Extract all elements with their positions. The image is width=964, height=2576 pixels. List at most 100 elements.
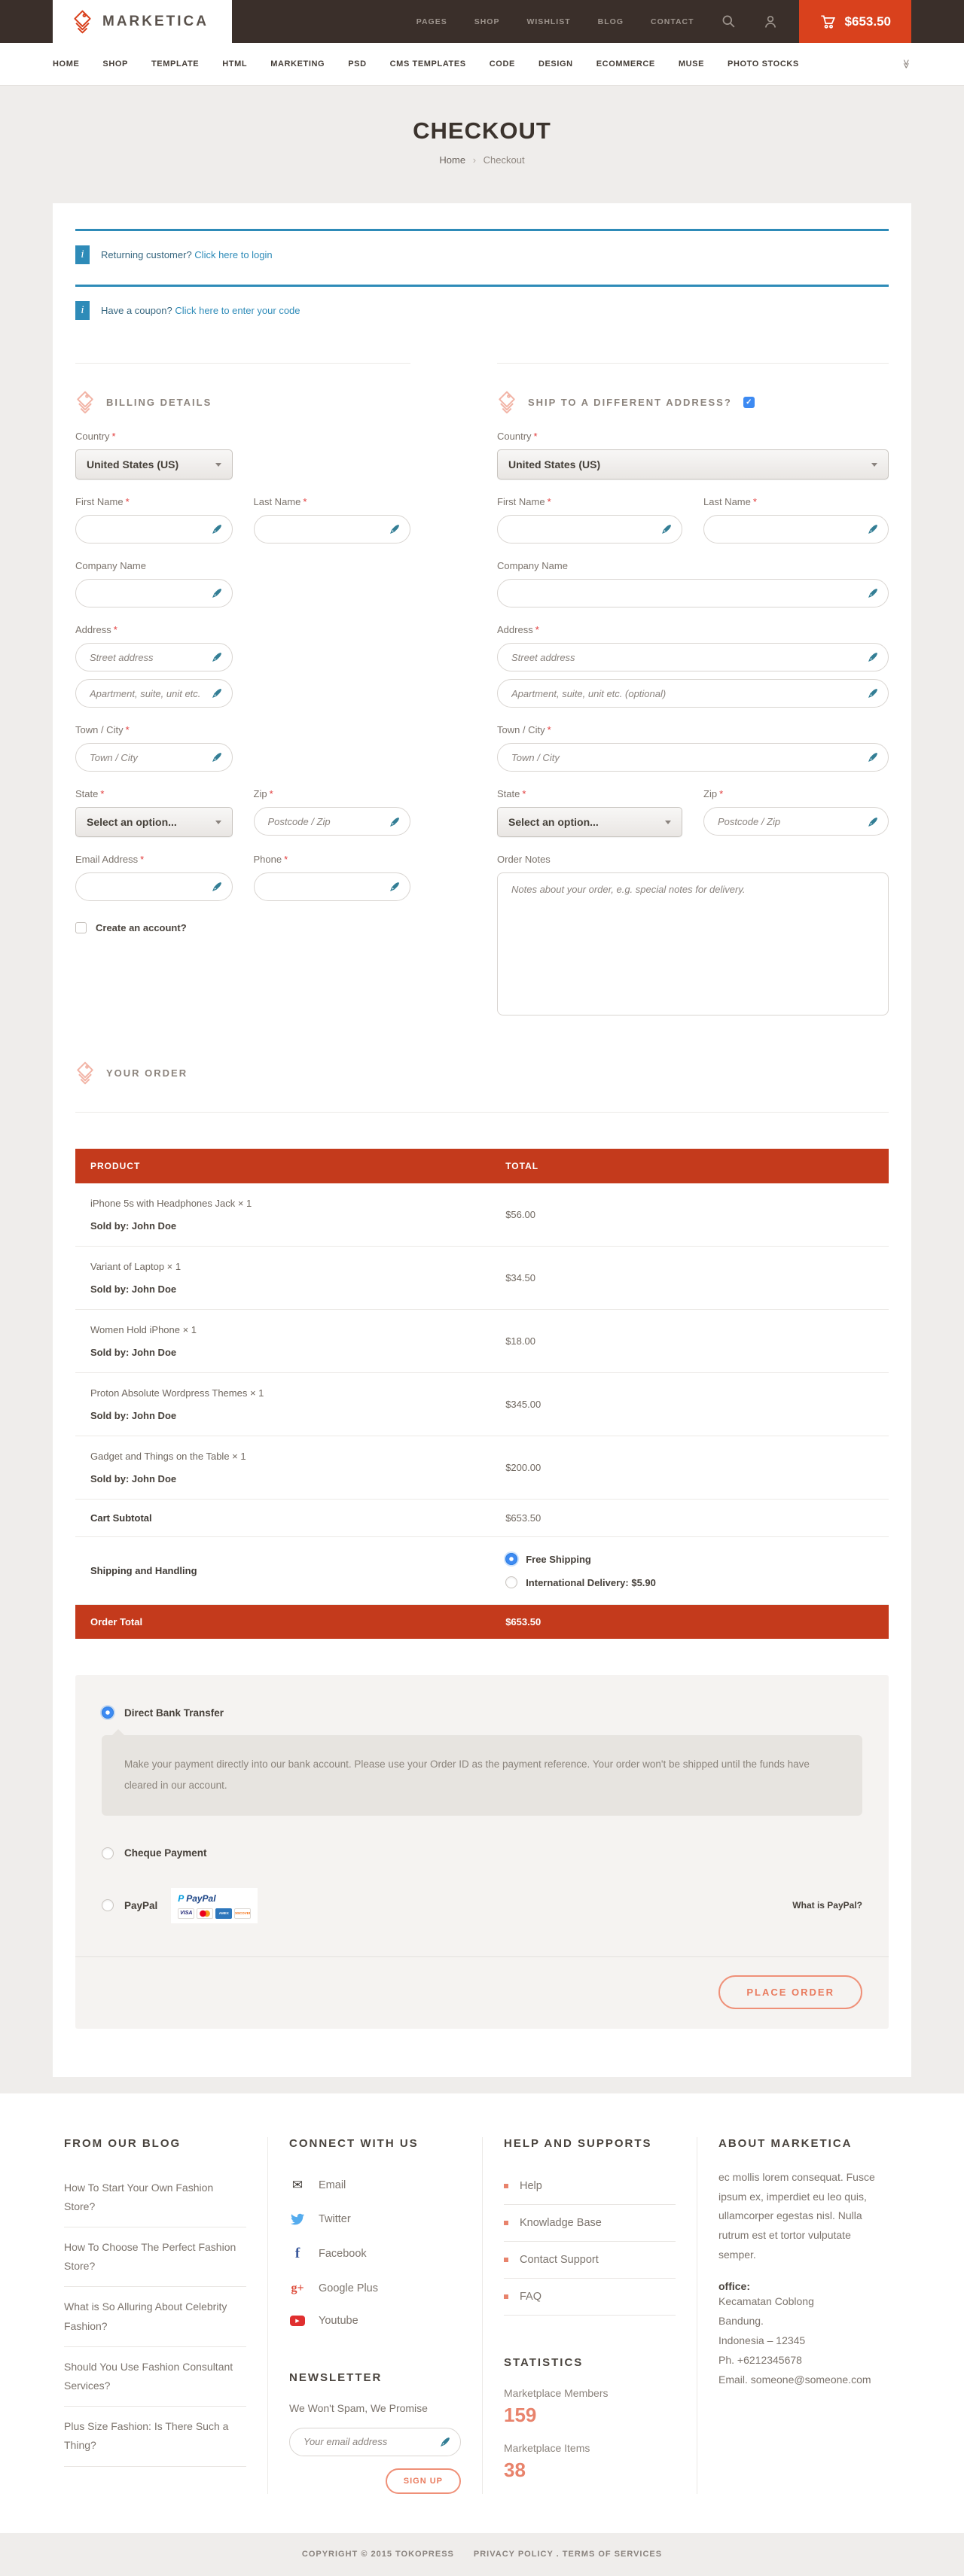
- bullet-icon: [504, 2221, 508, 2225]
- subnav-photo-stocks[interactable]: PHOTO STOCKS: [728, 59, 799, 69]
- billing-zip-input[interactable]: [254, 807, 411, 836]
- company-label: Company Name: [75, 560, 410, 571]
- subnav-template[interactable]: TEMPLATE: [151, 59, 199, 69]
- cart-button[interactable]: $653.50: [799, 0, 911, 43]
- top-nav-wishlist[interactable]: WISHLIST: [526, 17, 570, 26]
- help-link[interactable]: Knowladge Base: [504, 2205, 676, 2242]
- order-notes-label: Order Notes: [497, 854, 889, 865]
- bank-transfer-radio[interactable]: [102, 1707, 114, 1719]
- paypal-label: PayPal: [124, 1900, 157, 1911]
- subnav-marketing[interactable]: MARKETING: [270, 59, 325, 69]
- billing-first-name-input[interactable]: [75, 515, 233, 544]
- billing-last-name-input[interactable]: [254, 515, 411, 544]
- what-is-paypal-link[interactable]: What is PayPal?: [792, 1900, 862, 1911]
- shipping-town-input[interactable]: [497, 743, 889, 772]
- social-label: Twitter: [319, 2213, 351, 2225]
- blog-post-link[interactable]: Plus Size Fashion: Is There Such a Thing…: [64, 2407, 246, 2466]
- social-link-twitter[interactable]: Twitter: [289, 2203, 461, 2236]
- social-link-youtube[interactable]: ▶ Youtube: [289, 2305, 461, 2337]
- order-notes-textarea[interactable]: [497, 872, 889, 1015]
- table-row: iPhone 5s with Headphones Jack × 1Sold b…: [75, 1183, 889, 1247]
- help-link[interactable]: FAQ: [504, 2279, 676, 2316]
- youtube-icon: ▶: [290, 2316, 305, 2326]
- info-icon: i: [75, 245, 90, 264]
- billing-town-input[interactable]: [75, 743, 233, 772]
- billing-company-input[interactable]: [75, 579, 233, 607]
- search-icon[interactable]: [721, 14, 736, 29]
- help-label: Contact Support: [520, 2254, 599, 2266]
- billing-street-input[interactable]: [75, 643, 233, 671]
- subnav-shop[interactable]: SHOP: [102, 59, 128, 69]
- product-name[interactable]: iPhone 5s with Headphones Jack × 1: [90, 1198, 505, 1209]
- shipping-last-name-input[interactable]: [703, 515, 889, 544]
- product-name[interactable]: Proton Absolute Wordpress Themes × 1: [90, 1387, 505, 1399]
- product-name[interactable]: Gadget and Things on the Table × 1: [90, 1451, 505, 1462]
- billing-state-select[interactable]: Select an option...: [75, 807, 233, 837]
- subnav-psd[interactable]: PSD: [348, 59, 366, 69]
- login-link[interactable]: Click here to login: [194, 249, 272, 260]
- blog-post-link[interactable]: What is So Alluring About Celebrity Fash…: [64, 2287, 246, 2346]
- coupon-link[interactable]: Click here to enter your code: [175, 305, 300, 316]
- subnav-home[interactable]: HOME: [53, 59, 79, 69]
- shipping-zip-input[interactable]: [703, 807, 889, 836]
- shipping-street-input[interactable]: [497, 643, 889, 671]
- address-line: Email. someone@someone.com: [718, 2370, 890, 2390]
- logo[interactable]: MARKETICA: [53, 0, 232, 43]
- billing-apartment-input[interactable]: [75, 679, 233, 708]
- address-label: Address: [497, 624, 533, 635]
- social-link-google-plus[interactable]: g+ Google Plus: [289, 2272, 461, 2305]
- product-total: $345.00: [505, 1399, 874, 1410]
- first-name-label: First Name: [75, 496, 124, 507]
- nav-more-icon[interactable]: ≫: [901, 59, 912, 69]
- international-delivery-radio[interactable]: [505, 1576, 517, 1588]
- your-order-section: YOUR ORDER: [75, 1061, 889, 1085]
- breadcrumb-home[interactable]: Home: [439, 154, 465, 166]
- subnav-muse[interactable]: MUSE: [679, 59, 704, 69]
- bullet-icon: [504, 2294, 508, 2299]
- help-link[interactable]: Help: [504, 2168, 676, 2205]
- newsletter-signup-button[interactable]: SIGN UP: [386, 2468, 461, 2494]
- subnav-html[interactable]: HTML: [222, 59, 247, 69]
- mastercard-icon: [197, 1908, 213, 1919]
- shipping-company-input[interactable]: [497, 579, 889, 607]
- free-shipping-radio[interactable]: [505, 1553, 517, 1565]
- top-nav-blog[interactable]: BLOG: [598, 17, 624, 26]
- subnav-design[interactable]: DESIGN: [538, 59, 573, 69]
- shipping-first-name-input[interactable]: [497, 515, 682, 544]
- top-nav-shop[interactable]: SHOP: [474, 17, 500, 26]
- subnav-code[interactable]: CODE: [490, 59, 515, 69]
- user-icon[interactable]: [763, 14, 778, 29]
- billing-country-select[interactable]: United States (US): [75, 449, 233, 480]
- address-label: Address: [75, 624, 111, 635]
- blog-post-link[interactable]: How To Start Your Own Fashion Store?: [64, 2168, 246, 2227]
- billing-email-input[interactable]: [75, 872, 233, 901]
- blog-post-link[interactable]: Should You Use Fashion Consultant Servic…: [64, 2347, 246, 2407]
- pen-icon: [389, 816, 401, 828]
- newsletter-email-input[interactable]: [289, 2428, 461, 2456]
- subnav-ecommerce[interactable]: ECOMMERCE: [596, 59, 655, 69]
- shipping-state-select[interactable]: Select an option...: [497, 807, 682, 837]
- shipping-country-select[interactable]: United States (US): [497, 449, 889, 480]
- ship-different-checkbox[interactable]: ✓: [743, 397, 755, 408]
- returning-customer-text: Returning customer?: [101, 249, 192, 260]
- top-nav-contact[interactable]: CONTACT: [651, 17, 694, 26]
- cheque-payment-radio[interactable]: [102, 1847, 114, 1859]
- top-nav-pages[interactable]: PAGES: [416, 17, 447, 26]
- social-link-facebook[interactable]: f Facebook: [289, 2236, 461, 2272]
- shipping-apartment-input[interactable]: [497, 679, 889, 708]
- subnav-cms-templates[interactable]: CMS TEMPLATES: [390, 59, 466, 69]
- privacy-policy-link[interactable]: PRIVACY POLICY: [474, 2550, 554, 2559]
- help-link[interactable]: Contact Support: [504, 2242, 676, 2279]
- address-line: Indonesia – 12345: [718, 2331, 890, 2351]
- product-name[interactable]: Variant of Laptop × 1: [90, 1261, 505, 1272]
- create-account-checkbox[interactable]: [75, 922, 87, 933]
- social-link-email[interactable]: ✉ Email: [289, 2168, 461, 2203]
- blog-post-link[interactable]: How To Choose The Perfect Fashion Store?: [64, 2227, 246, 2287]
- terms-of-services-link[interactable]: TERMS OF SERVICES: [563, 2550, 662, 2559]
- paypal-radio[interactable]: [102, 1899, 114, 1911]
- ship-different-title: SHIP TO A DIFFERENT ADDRESS?: [528, 397, 732, 408]
- product-name[interactable]: Women Hold iPhone × 1: [90, 1324, 505, 1335]
- town-label: Town / City: [75, 724, 124, 735]
- place-order-button[interactable]: PLACE ORDER: [718, 1975, 862, 2009]
- billing-phone-input[interactable]: [254, 872, 411, 901]
